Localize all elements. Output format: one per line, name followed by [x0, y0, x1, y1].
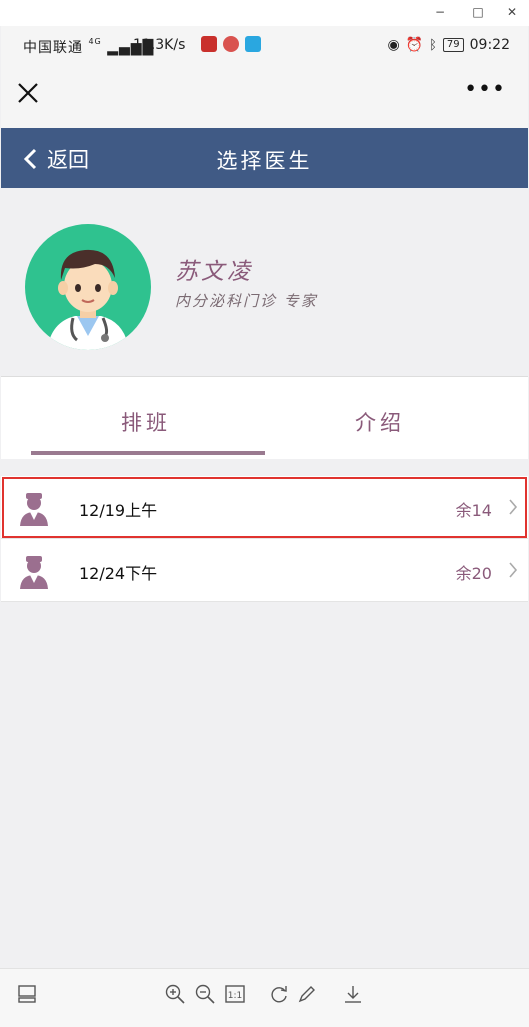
schedule-row[interactable]: 12/24下午 余20	[1, 539, 528, 602]
network-type: 4G	[88, 37, 102, 46]
network-speed: 11.3K/s	[133, 37, 186, 53]
viewer-titlebar: − □ ✕	[0, 0, 529, 26]
close-icon[interactable]	[15, 80, 41, 106]
status-bar: 中国联通 4G ▂▄▆█ 11.3K/s ◉ ⏰ ᛒ 79 09:22	[1, 26, 528, 66]
alarm-icon: ⏰	[405, 37, 424, 53]
tab-active-indicator	[31, 451, 265, 455]
eye-icon: ◉	[387, 37, 400, 53]
schedule-date: 12/19上午	[79, 501, 158, 520]
nurse-icon	[20, 493, 48, 526]
thumbnail-icon[interactable]	[16, 983, 38, 1005]
schedule-date: 12/24下午	[79, 564, 158, 583]
phone-screen: 中国联通 4G ▂▄▆█ 11.3K/s ◉ ⏰ ᛒ 79 09:22 •••	[1, 26, 528, 968]
zoom-in-icon[interactable]	[164, 983, 186, 1005]
svg-text:1:1: 1:1	[228, 991, 242, 1001]
doctor-title: 内分泌科门诊 专家	[175, 292, 318, 310]
clock: 09:22	[469, 37, 510, 53]
webview-bar: •••	[1, 66, 528, 128]
mail-notification-icon	[223, 36, 239, 52]
doctor-avatar	[25, 224, 151, 350]
status-right: ◉ ⏰ ᛒ 79 09:22	[387, 37, 510, 53]
doctor-illustration	[47, 249, 129, 350]
download-icon[interactable]	[342, 983, 364, 1005]
zoom-out-icon[interactable]	[194, 983, 216, 1005]
nurse-icon	[20, 556, 48, 589]
tab-introduction[interactable]: 介绍	[355, 407, 405, 437]
doctor-profile: 苏文凌 内分泌科门诊 专家	[1, 188, 528, 374]
actual-size-icon[interactable]: 1:1	[224, 983, 246, 1005]
remaining-slots: 余20	[455, 564, 492, 583]
doctor-name: 苏文凌	[175, 259, 253, 285]
more-icon[interactable]: •••	[464, 79, 506, 101]
notification-icons	[201, 36, 261, 52]
page-title: 选择医生	[216, 149, 313, 173]
remaining-slots: 余14	[455, 501, 492, 520]
schedule-row[interactable]: 12/19上午 余14	[1, 476, 528, 539]
carrier-name: 中国联通	[23, 40, 83, 56]
nav-bar: 返回 选择医生	[1, 128, 528, 188]
battery-indicator: 79	[442, 38, 464, 52]
chevron-right-icon	[509, 499, 518, 515]
close-window-button[interactable]: ✕	[500, 3, 524, 21]
tab-bar: 排班 介绍	[1, 376, 528, 459]
bluetooth-icon: ᛒ	[429, 37, 437, 53]
chevron-right-icon	[509, 562, 518, 578]
document-notification-icon	[245, 36, 261, 52]
schedule-list: 12/19上午 余14 12/24下午 余20	[1, 476, 528, 602]
tab-schedule[interactable]: 排班	[121, 407, 171, 437]
minimize-button[interactable]: −	[428, 3, 452, 21]
app-notification-icon	[201, 36, 217, 52]
viewer-toolbar: 1:1	[0, 968, 529, 1027]
rotate-icon[interactable]	[268, 983, 290, 1005]
maximize-button[interactable]: □	[466, 3, 490, 21]
edit-icon[interactable]	[296, 983, 318, 1005]
